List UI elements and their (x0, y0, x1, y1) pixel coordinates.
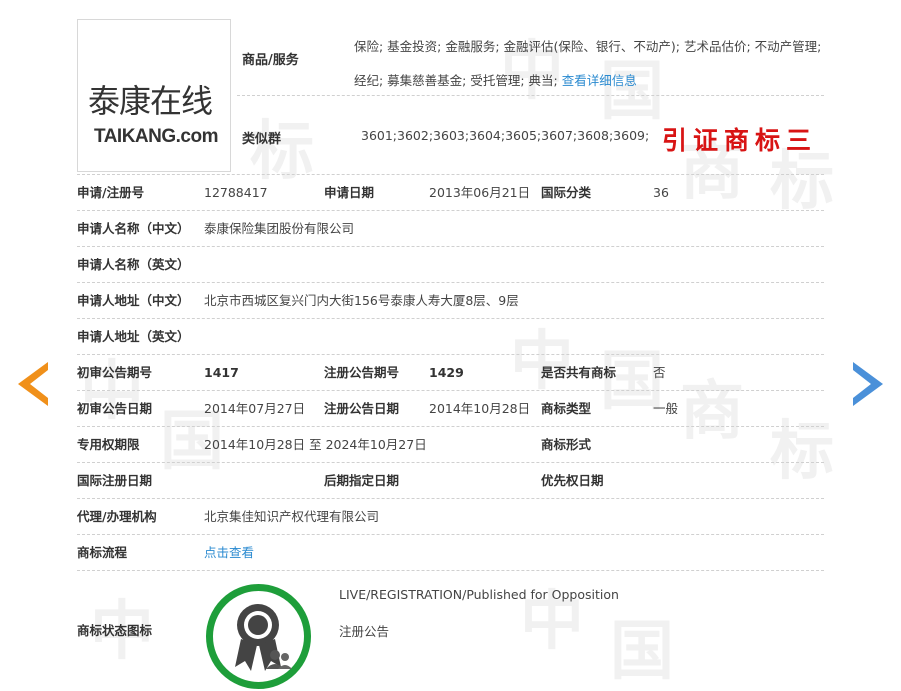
status-line-1: LIVE/REGISTRATION/Published for Oppositi… (339, 587, 619, 602)
prelim-no-label: 初审公告期号 (77, 365, 153, 380)
status-line-2: 注册公告 (339, 624, 390, 639)
trademark-header: 泰康在线 TAIKANG.com 商品/服务 保险; 基金投资; 金融服务; 金… (77, 0, 824, 174)
table-row: 申请人地址（中文） 北京市西城区复兴门内大街156号泰康人寿大厦8层、9层 (77, 282, 824, 318)
goods-text: 保险; 基金投资; 金融服务; 金融评估(保险、银行、不动产); 艺术品估价; … (354, 30, 829, 98)
status-badge-icon (206, 584, 311, 689)
similar-group-value: 3601;3602;3603;3604;3605;3607;3608;3609; (361, 128, 650, 143)
divider (237, 95, 824, 96)
reg-pub-date-value: 2014年10月28日 (429, 401, 531, 416)
logo-cn-text: 泰康在线 (88, 82, 213, 120)
applicant-cn-value: 泰康保险集团股份有限公司 (204, 221, 355, 236)
table-row: 专用权期限 2014年10月28日 至 2024年10月27日 商标形式 (77, 426, 824, 462)
tm-type-value: 一般 (653, 401, 679, 416)
view-details-link[interactable]: 查看详细信息 (562, 73, 637, 88)
reg-no-label: 申请/注册号 (77, 185, 145, 200)
priority-date-label: 优先权日期 (541, 473, 604, 488)
flow-label: 商标流程 (77, 545, 128, 560)
table-row: 初审公告期号 1417 注册公告期号 1429 是否共有商标 否 (77, 354, 824, 390)
intl-class-value: 36 (653, 185, 669, 200)
prelim-no-value: 1417 (204, 365, 239, 380)
citation-annotation: 引证商标三 (662, 126, 818, 155)
goods-label: 商品/服务 (242, 53, 299, 68)
table-row: 申请人地址（英文） (77, 318, 824, 354)
table-row: 国际注册日期 后期指定日期 优先权日期 (77, 462, 824, 498)
tm-form-label: 商标形式 (541, 437, 592, 452)
flow-link[interactable]: 点击查看 (204, 535, 254, 570)
tm-type-label: 商标类型 (541, 401, 592, 416)
trademark-detail: 泰康在线 TAIKANG.com 商品/服务 保险; 基金投资; 金融服务; 金… (77, 0, 824, 691)
similar-group-label: 类似群 (242, 132, 282, 147)
applicant-en-label: 申请人名称（英文） (77, 257, 190, 272)
reg-pub-no-label: 注册公告期号 (324, 365, 400, 380)
exclusive-label: 专用权期限 (77, 437, 140, 452)
table-row: 初审公告日期 2014年07月27日 注册公告日期 2014年10月28日 商标… (77, 390, 824, 426)
table-row: 商标流程 点击查看 (77, 534, 824, 570)
later-date-label: 后期指定日期 (324, 473, 400, 488)
intl-class-label: 国际分类 (541, 185, 592, 200)
trademark-image: 泰康在线 TAIKANG.com (77, 19, 231, 172)
reg-pub-no-value: 1429 (429, 365, 464, 380)
intl-reg-date-label: 国际注册日期 (77, 473, 153, 488)
exclusive-value: 2014年10月28日 至 2024年10月27日 (204, 437, 427, 452)
table-row: 申请/注册号 12788417 申请日期 2013年06月21日 国际分类 36 (77, 174, 824, 210)
table-row: 申请人名称（中文） 泰康保险集团股份有限公司 (77, 210, 824, 246)
address-en-label: 申请人地址（英文） (77, 329, 190, 344)
apply-date-value: 2013年06月21日 (429, 185, 531, 200)
logo-en-text: TAIKANG.com (94, 126, 218, 147)
reg-pub-date-label: 注册公告日期 (324, 401, 400, 416)
next-arrow-icon[interactable] (853, 362, 883, 406)
table-row: 代理/办理机构 北京集佳知识产权代理有限公司 (77, 498, 824, 534)
agent-value: 北京集佳知识产权代理有限公司 (204, 509, 380, 524)
table-row: 申请人名称（英文） (77, 246, 824, 282)
address-cn-label: 申请人地址（中文） (77, 293, 190, 308)
prelim-date-label: 初审公告日期 (77, 401, 153, 416)
prev-arrow-icon[interactable] (18, 362, 48, 406)
status-label: 商标状态图标 (77, 623, 153, 638)
address-cn-value: 北京市西城区复兴门内大街156号泰康人寿大厦8层、9层 (204, 293, 519, 308)
shared-value: 否 (653, 365, 666, 380)
apply-date-label: 申请日期 (324, 185, 375, 200)
applicant-cn-label: 申请人名称（中文） (77, 221, 190, 236)
status-row: 商标状态图标 LIVE/REGISTRATION/Published for O… (77, 570, 824, 691)
reg-no-value: 12788417 (204, 185, 268, 200)
shared-label: 是否共有商标 (541, 365, 617, 380)
prelim-date-value: 2014年07月27日 (204, 401, 306, 416)
agent-label: 代理/办理机构 (77, 509, 157, 524)
